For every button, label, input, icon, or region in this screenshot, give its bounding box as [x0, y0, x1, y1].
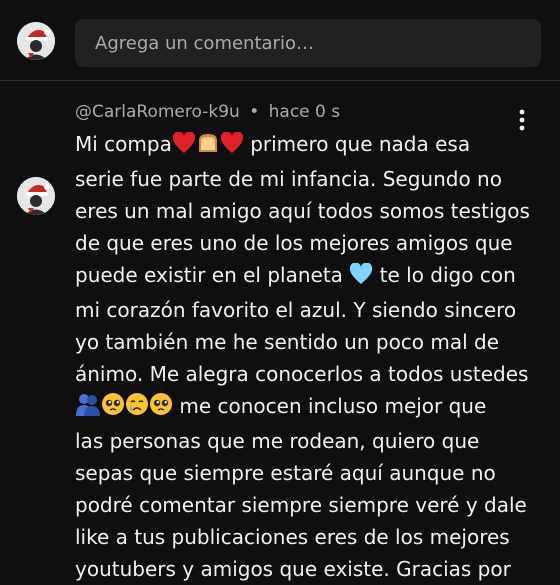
comment-text-line: me conocen incluso mejor que [75, 390, 545, 425]
comment-timestamp[interactable]: hace 0 s [269, 102, 340, 122]
comment-text-line: like a tus publicaciones eres de los mej… [75, 521, 545, 553]
crying-face-emoji [125, 392, 149, 425]
current-user-avatar[interactable] [17, 22, 55, 60]
meta-separator: • [249, 102, 260, 122]
santa-hat-avatar-icon [17, 177, 55, 215]
comment-text-segment: de que eres uno de los mejores amigos qu… [75, 231, 513, 255]
comment-composer-bar [0, 0, 560, 81]
comment-text-segment: sepas que siempre estaré aquí aunque no [75, 461, 496, 485]
comment-text-line: de que eres uno de los mejores amigos qu… [75, 227, 545, 259]
pleading-face-emoji [101, 392, 125, 425]
comment-author-link[interactable]: @CarlaRomero-k9u [75, 102, 240, 122]
comment-text-line: mi corazón favorito el azul. Y siendo si… [75, 294, 545, 326]
comment-input[interactable] [93, 31, 523, 55]
light-blue-heart-emoji [349, 262, 373, 294]
comment-text-segment: yo también me he sentido un poco mal de [75, 330, 500, 354]
comment-text-segment: primero que nada esa [243, 132, 471, 156]
comment-text-line: yo también me he sentido un poco mal de [75, 326, 545, 358]
comment-text-line: puede existir en el planeta te lo digo c… [75, 259, 545, 294]
comment-text: Mi compa primero que nada esa serie fue p… [75, 128, 545, 585]
comment-meta: @CarlaRomero-k9u • hace 0 s [75, 102, 340, 122]
comment-input-box[interactable] [75, 19, 541, 67]
comment-text-segment: ánimo. Me alegra conocerlos a todos uste… [75, 362, 529, 386]
comment-text-segment: youtubers y amigos que existe. Gracias p… [75, 557, 511, 581]
comment-text-line: las personas que me rodean, quiero que [75, 425, 545, 457]
bread-emoji [196, 131, 220, 163]
santa-hat-avatar-icon [17, 22, 55, 60]
comment-text-line: podré comentar siempre siempre veré y da… [75, 489, 545, 521]
comment-text-line: ánimo. Me alegra conocerlos a todos uste… [75, 358, 545, 390]
comment-text-segment: like a tus publicaciones eres de los mej… [75, 525, 510, 549]
comment-text-line: sepas que siempre estaré aquí aunque no [75, 457, 545, 489]
author-avatar[interactable] [17, 177, 55, 215]
comment-text-segment: puede existir en el planeta [75, 263, 350, 287]
comment-item: @CarlaRomero-k9u • hace 0 s Mi compa pri… [0, 80, 560, 581]
comment-text-segment: podré comentar siempre siempre veré y da… [75, 493, 527, 517]
red-heart-emoji [172, 131, 196, 163]
comment-text-line: Mi compa primero que nada esa [75, 128, 545, 163]
comment-text-line: serie fue parte de mi infancia. Segundo … [75, 163, 545, 195]
comment-text-segment: te lo digo con [373, 263, 516, 287]
comment-text-segment: mi corazón favorito el azul. Y siendo si… [75, 298, 517, 322]
comment-text-segment: Mi compa [75, 132, 172, 156]
red-heart-emoji [220, 131, 244, 163]
hugging-people-emoji [75, 392, 101, 425]
comment-text-segment: serie fue parte de mi infancia. Segundo … [75, 167, 502, 191]
comment-text-line: youtubers y amigos que existe. Gracias p… [75, 553, 545, 585]
comment-text-segment: las personas que me rodean, quiero que [75, 429, 480, 453]
comment-text-segment: me conocen incluso mejor que [173, 394, 487, 418]
comment-text-line: eres un mal amigo aquí todos somos testi… [75, 195, 545, 227]
comment-text-segment: eres un mal amigo aquí todos somos testi… [75, 199, 530, 223]
pleading-face-emoji [149, 392, 173, 425]
